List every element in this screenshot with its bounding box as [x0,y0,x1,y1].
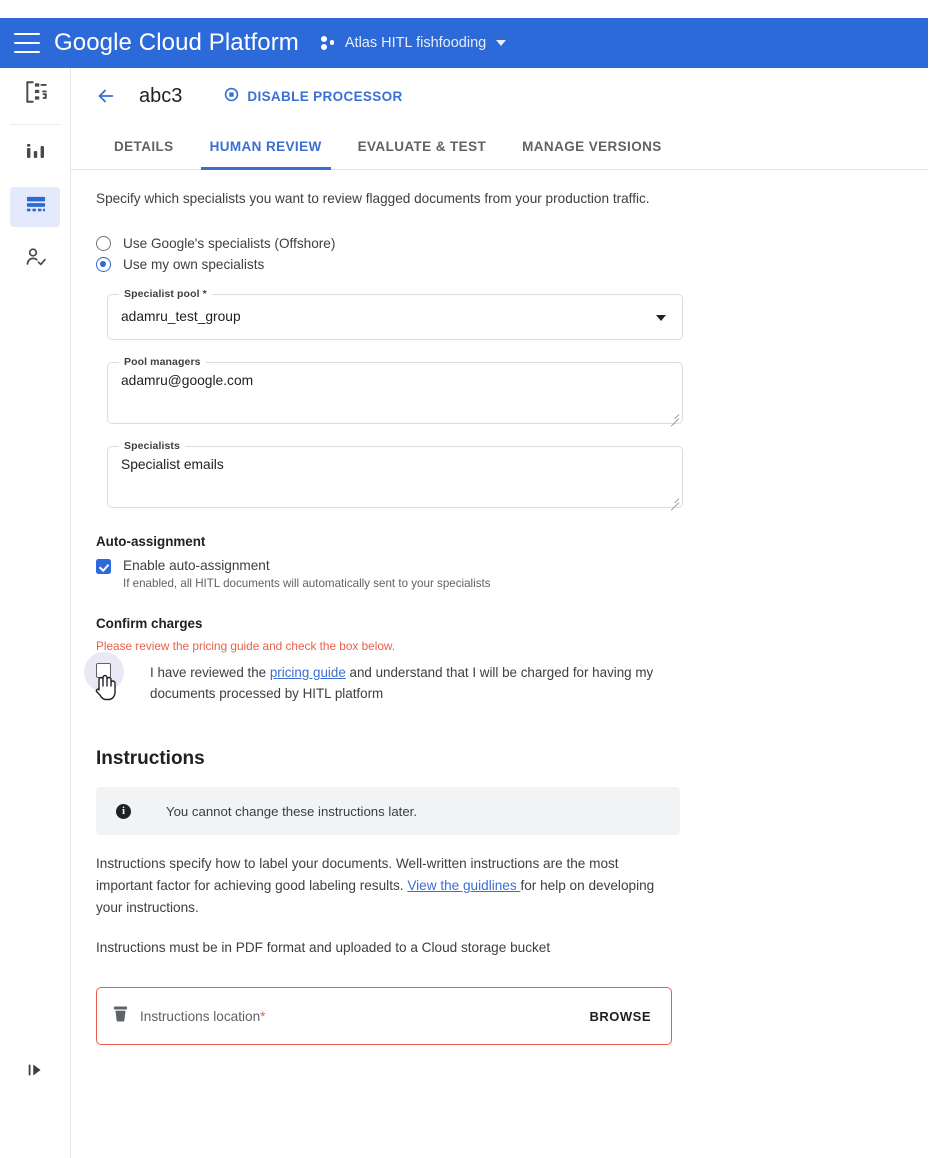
sidebar-item-human-review[interactable] [0,181,71,233]
specialists-label: Specialists [119,440,185,452]
rail-divider [10,124,60,125]
pool-managers-textarea[interactable]: Pool managers adamru@google.com [107,356,683,424]
sidebar-item-dashboard[interactable] [0,129,71,181]
tab-details[interactable]: DETAILS [96,124,192,170]
table-form-icon [25,195,47,220]
radio-selected-icon [96,257,111,272]
radio-label-google: Use Google's specialists (Offshore) [123,236,336,251]
confirm-charges-error: Please review the pricing guide and chec… [96,639,396,653]
enable-auto-assignment-label: Enable auto-assignment [123,558,270,573]
browse-button[interactable]: BROWSE [590,1009,652,1024]
tab-human-review[interactable]: HUMAN REVIEW [192,124,340,170]
radio-use-own-specialists[interactable]: Use my own specialists [96,257,928,272]
storage-bucket-icon [113,1005,128,1027]
instructions-heading: Instructions [96,748,205,769]
tab-manage-versions[interactable]: MANAGE VERSIONS [504,124,680,170]
dashboard-bars-icon [24,141,48,170]
radio-use-google-specialists[interactable]: Use Google's specialists (Offshore) [96,236,928,251]
confirm-charges-title: Confirm charges [96,616,203,631]
enable-auto-assignment-checkbox[interactable]: Enable auto-assignment [96,558,928,574]
auto-assignment-title: Auto-assignment [96,534,206,549]
resize-handle[interactable] [668,409,679,420]
radio-unselected-icon [96,236,111,251]
hamburger-menu-icon[interactable] [14,33,40,53]
sidebar-item-labelers[interactable] [0,233,71,285]
view-guidelines-link[interactable]: View the guidlines [407,878,520,893]
stop-circle-icon [224,87,239,105]
required-marker: * [260,1008,266,1024]
pool-managers-label: Pool managers [119,356,206,368]
project-selector[interactable]: Atlas HITL fishfooding [320,35,507,51]
instructions-format-note: Instructions must be in PDF format and u… [96,940,551,955]
radio-label-own: Use my own specialists [123,257,265,272]
document-processor-icon [23,79,49,110]
intro-text: Specify which specialists you want to re… [96,191,650,206]
instructions-location-placeholder: Instructions location* [140,1009,265,1024]
placeholder-text: Instructions location [140,1008,261,1024]
sidebar-item-processors[interactable] [0,68,71,120]
instructions-info-banner: i You cannot change these instructions l… [96,787,680,835]
pricing-guide-link[interactable]: pricing guide [270,665,346,680]
chevron-down-icon [496,40,507,46]
instructions-location-field[interactable]: Instructions location* BROWSE [96,987,672,1045]
disable-processor-label: DISABLE PROCESSOR [247,88,403,104]
charges-text-before: I have reviewed the [150,665,270,680]
disable-processor-button[interactable]: DISABLE PROCESSOR [224,87,402,105]
checkbox-unchecked-icon[interactable] [96,663,111,678]
top-app-bar: Google Cloud Platform Atlas HITL fishfoo… [0,18,928,68]
expand-panel-icon [25,1059,47,1086]
page-header: abc3 DISABLE PROCESSOR [71,68,928,124]
left-nav-rail [0,68,71,1158]
instructions-location-left: Instructions location* [113,1005,265,1027]
specialists-value: Specialist emails [121,457,224,472]
info-icon: i [116,803,131,819]
product-title: Google Cloud Platform [54,29,299,56]
specialists-textarea[interactable]: Specialists Specialist emails [107,440,683,508]
chevron-down-icon[interactable] [656,315,666,321]
tab-bar: DETAILS HUMAN REVIEW EVALUATE & TEST MAN… [71,124,928,170]
page-title: abc3 [139,84,183,107]
back-arrow-icon[interactable] [95,85,117,107]
specialist-source-radio-group: Use Google's specialists (Offshore) Use … [96,236,928,272]
human-review-panel: Specify which specialists you want to re… [71,170,928,1158]
person-check-icon [24,245,48,274]
rail-expand-button[interactable] [0,1059,71,1086]
resize-handle[interactable] [668,493,679,504]
auto-assignment-helper-text: If enabled, all HITL documents will auto… [123,577,491,590]
confirm-charges-checkbox-row[interactable]: I have reviewed the pricing guide and un… [84,652,928,704]
instructions-banner-text: You cannot change these instructions lat… [166,803,417,819]
tab-evaluate-and-test[interactable]: EVALUATE & TEST [340,124,505,170]
project-dots-icon [320,35,337,51]
instructions-paragraph: Instructions specify how to label your d… [96,853,661,919]
specialist-pool-label: Specialist pool * [119,288,212,300]
project-name-label: Atlas HITL fishfooding [344,35,487,51]
specialist-pool-select[interactable]: Specialist pool * adamru_test_group [107,288,683,340]
checkbox-checked-icon [96,559,111,574]
confirm-charges-text: I have reviewed the pricing guide and un… [150,662,710,704]
